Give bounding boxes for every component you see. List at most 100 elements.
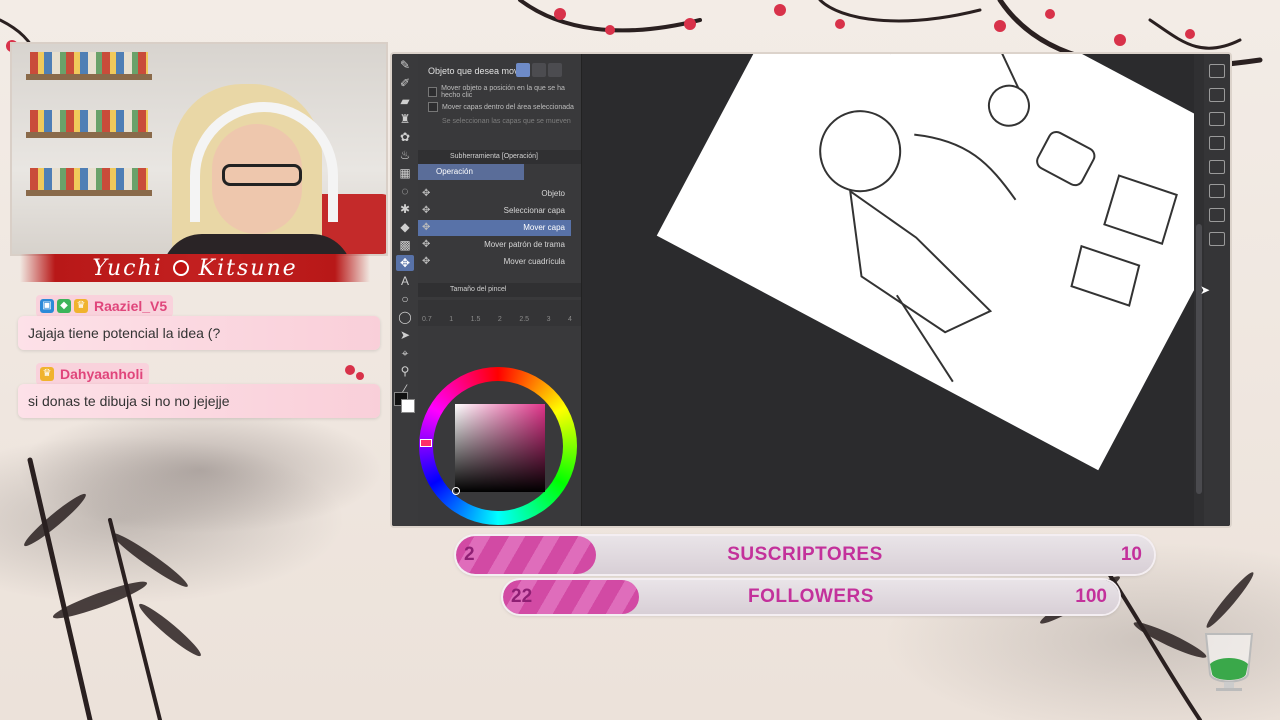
magic-wand-icon[interactable]: ✱ [396, 201, 414, 217]
goal-label: SUSCRIPTORES [727, 544, 883, 565]
subtool-item-move-layer[interactable]: ✥ Mover capa [418, 220, 571, 236]
subtool-group-tab[interactable]: Operación [418, 164, 524, 180]
panel-icon[interactable] [1209, 88, 1225, 102]
pointer-icon[interactable]: ➤ [396, 327, 414, 343]
subscribers-goal-bar: 2 SUSCRIPTORES 10 [456, 536, 1154, 574]
brush-size-option[interactable]: 1.5 [471, 316, 481, 323]
tool-property-label: Objeto que desea mover [428, 66, 527, 76]
subtool-label: Mover cuadrícula [503, 257, 565, 266]
figure-icon[interactable]: ○ [396, 291, 414, 307]
saturation-value-square[interactable] [455, 404, 545, 492]
panel-icon[interactable] [1209, 208, 1225, 222]
goal-label: FOLLOWERS [748, 586, 874, 607]
balloon-icon[interactable]: ◯ [396, 309, 414, 325]
books [30, 110, 148, 132]
webcam-feed [10, 42, 388, 256]
panel-icon[interactable] [1209, 160, 1225, 174]
subtool-icon: ✥ [422, 256, 431, 266]
tip-jar-icon [1204, 633, 1254, 691]
panel-icon[interactable] [1209, 184, 1225, 198]
lasso-icon[interactable]: ◌ [396, 183, 414, 199]
brush-icon[interactable]: ♜ [396, 111, 414, 127]
shelf [26, 190, 152, 196]
subtool-icon: ✥ [422, 239, 431, 250]
brush-size-labels: 0.7 1 1.5 2 2.5 3 4 [422, 316, 572, 323]
streamer-name-banner: Yuchi Kitsune [20, 254, 370, 282]
option-label: Mover objeto a posición en la que se ha … [441, 85, 565, 99]
streamer-last-name: Kitsune [198, 255, 298, 281]
move-icon[interactable]: ✥ [396, 255, 414, 271]
chat-user-tag: ♛ Dahyaanholi [36, 363, 150, 385]
streamer-first-name: Yuchi [92, 255, 163, 281]
brush-size-option[interactable]: 0.7 [422, 316, 432, 323]
drawing-app-window: ✎ ✐ ▰ ♜ ✿ ♨ ▦ ◌ ✱ ◆ ▩ ✥ A ○ ◯ ➤ ⌖ ⚲ ⁄ Ob… [392, 54, 1230, 526]
shelf [26, 74, 152, 80]
grid-target-icon[interactable] [548, 63, 562, 77]
chat-username: Raaziel_V5 [94, 298, 168, 314]
brush-size-option[interactable]: 2 [498, 316, 502, 323]
brush-size-option[interactable]: 1 [449, 316, 453, 323]
brush-size-option[interactable]: 2.5 [519, 316, 529, 323]
followers-goal-bar: 22 FOLLOWERS 100 [503, 580, 1119, 614]
ruler-icon[interactable]: ⌖ [396, 345, 414, 361]
eraser-icon[interactable]: ▰ [396, 93, 414, 109]
brush-size-option[interactable]: 4 [568, 316, 572, 323]
scrollbar-thumb[interactable] [1196, 224, 1202, 494]
subtool-label: Seleccionar capa [503, 206, 565, 215]
layer-target-icon[interactable] [516, 63, 530, 77]
target-icons [516, 63, 568, 79]
chat-username: Dahyaanholi [60, 366, 144, 382]
chat-user-tag: ▣ ◆ ♛ Raaziel_V5 [36, 295, 174, 317]
gem-icon: ◆ [57, 299, 71, 313]
panel-icon[interactable] [1209, 136, 1225, 150]
tool-bar: ✎ ✐ ▰ ♜ ✿ ♨ ▦ ◌ ✱ ◆ ▩ ✥ A ○ ◯ ➤ ⌖ ⚲ ⁄ [392, 54, 418, 526]
mouse-cursor-icon: ➤ [1200, 283, 1211, 297]
zoom-icon[interactable]: ⚲ [396, 363, 414, 379]
canvas-paper[interactable] [656, 54, 1194, 471]
subtool-item-move-grid[interactable]: ✥ Mover cuadrícula [418, 254, 571, 266]
option-row[interactable]: Mover capas dentro del área seleccionada [428, 102, 574, 112]
pencil-icon[interactable]: ✐ [396, 75, 414, 91]
checkbox[interactable] [428, 87, 438, 97]
decoration-icon[interactable]: ✿ [396, 129, 414, 145]
blend-icon[interactable]: ♨ [396, 147, 414, 163]
subtool-icon: ✥ [422, 205, 431, 216]
pen-icon[interactable]: ✎ [396, 57, 414, 73]
subtool-label: Objeto [541, 189, 565, 198]
checkbox[interactable] [428, 102, 438, 112]
prime-icon: ▣ [40, 299, 54, 313]
pattern-target-icon[interactable] [532, 63, 546, 77]
goal-target: 100 [1075, 586, 1107, 607]
lineart-drawing [819, 54, 1178, 383]
chat-message: Jajaja tiene potencial la idea (? [18, 316, 380, 350]
option-label: Mover capas dentro del área seleccionada [442, 103, 574, 111]
fill-icon[interactable]: ◆ [396, 219, 414, 235]
brush-size-option[interactable]: 3 [547, 316, 551, 323]
crown-icon: ♛ [40, 367, 54, 381]
subtool-item-object[interactable]: ✥ Objeto [418, 186, 571, 202]
subtool-item-select-layer[interactable]: ✥ Seleccionar capa [418, 203, 571, 219]
close-icon[interactable] [1209, 112, 1225, 126]
books [30, 168, 148, 190]
crown-icon: ♛ [74, 299, 88, 313]
subtool-item-move-pattern[interactable]: ✥ Mover patrón de trama [418, 237, 571, 253]
frame-icon[interactable]: ▦ [396, 165, 414, 181]
brush-size-title: Tamaño del pincel [418, 283, 581, 297]
chat-message: si donas te dibuja si no no jejejje [18, 384, 380, 418]
subtool-panel-title: Subherramienta [Operación] [418, 150, 581, 164]
subtool-icon: ✥ [422, 188, 431, 199]
color-picker-marker[interactable] [452, 487, 460, 495]
option-note: Se seleccionan las capas que se mueven [442, 118, 571, 125]
panel-icon[interactable] [1209, 64, 1225, 78]
background-color-swatch[interactable] [401, 399, 415, 413]
text-icon[interactable]: A [396, 273, 414, 289]
subtool-icon: ✥ [422, 222, 431, 233]
subtool-label: Mover capa [523, 223, 565, 232]
books [30, 52, 148, 74]
option-row[interactable]: Mover objeto a posición en la que se ha … [428, 85, 581, 99]
panel-icon[interactable] [1209, 232, 1225, 246]
gradient-icon[interactable]: ▩ [396, 237, 414, 253]
drawing-canvas[interactable] [582, 54, 1194, 526]
shelf [26, 132, 152, 138]
hue-marker[interactable] [420, 439, 432, 447]
